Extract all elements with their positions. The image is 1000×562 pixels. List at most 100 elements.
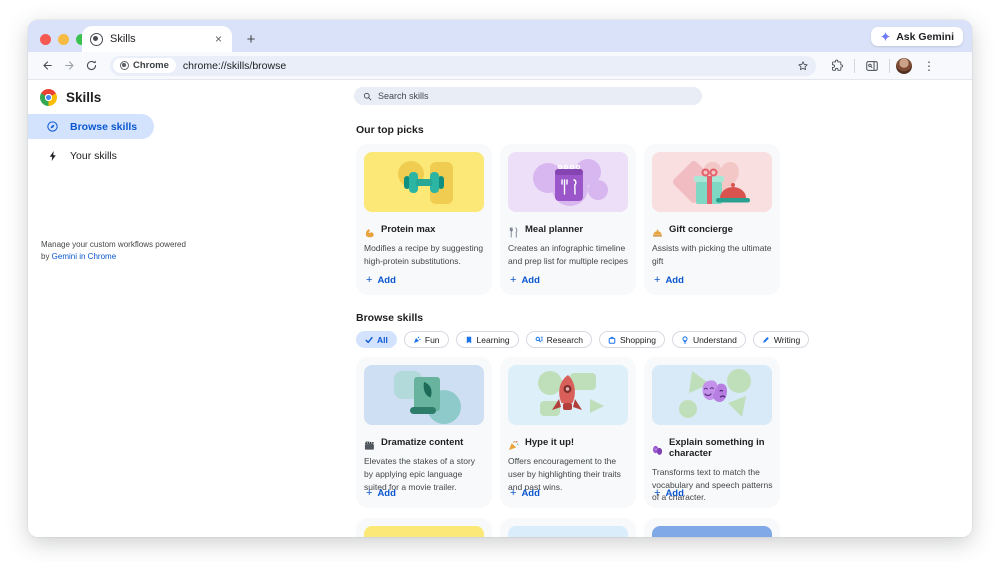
add-skill-button[interactable]: + Add [654,487,684,499]
chrome-logo-icon [40,89,57,106]
chip-shopping[interactable]: Shopping [599,331,665,348]
sidebar-item-browse-skills[interactable]: Browse skills [28,114,154,139]
theater-masks-icon [652,443,663,456]
chrome-badge: Chrome [113,58,176,73]
bellhop-bell-icon [652,225,663,237]
card-title: Protein max [381,224,436,236]
ask-gemini-button[interactable]: Ask Gemini [871,27,963,46]
clapperboard-icon [364,438,375,450]
plus-icon: + [654,274,661,286]
extensions-icon[interactable] [826,55,848,77]
card-description: Assists with picking the ultimate gift [652,243,772,266]
reload-icon[interactable] [80,55,102,77]
plus-icon: + [510,487,517,499]
card-description: Modifies a recipe by suggesting high-pro… [364,243,484,266]
add-skill-button[interactable]: + Add [366,487,396,499]
skill-card-gift-concierge[interactable]: Gift concierge Assists with picking the … [644,144,780,295]
sidebar-item-your-skills[interactable]: Your skills [28,143,154,168]
browse-cards-row: Dramatize content Elevates the stakes of… [356,357,780,508]
chip-label: Understand [692,334,737,345]
card-title-row: Dramatize content [364,437,484,450]
card-description: Creates an infographic timeline and prep… [508,243,629,266]
partial-illustration-lightblue [508,526,628,537]
skill-card-hype-it-up[interactable]: Hype it up! Offers encouragement to the … [500,357,636,508]
tab-strip: Skills × + Ask Gemini [28,20,972,52]
close-window-button[interactable] [40,34,51,45]
forward-icon[interactable] [58,55,80,77]
search-bar[interactable] [354,87,702,105]
card-title-row: Gift concierge [652,224,772,237]
skill-card-explain-in-character[interactable]: Explain something in character Transform… [644,357,780,508]
profile-avatar[interactable] [896,57,912,74]
chip-all[interactable]: All [356,331,397,348]
add-skill-button[interactable]: + Add [366,274,396,286]
back-icon[interactable] [36,55,58,77]
browse-skills-heading: Browse skills [356,312,424,324]
skill-card-dramatize-content[interactable]: Dramatize content Elevates the stakes of… [356,357,492,508]
chip-writing[interactable]: Writing [752,331,810,348]
chip-learning[interactable]: Learning [455,331,519,348]
close-tab-icon[interactable]: × [213,32,224,46]
card-title-row: Hype it up! [508,437,628,451]
page-title: Skills [66,90,102,105]
partial-illustration-yellow [364,526,484,537]
partial-cards-row [356,518,780,537]
add-skill-button[interactable]: + Add [654,274,684,286]
toolbar-actions: ⋮ [826,55,940,77]
chrome-badge-label: Chrome [133,60,169,71]
add-label: Add [665,487,684,499]
tab-title: Skills [110,33,136,45]
page-content: Skills Browse skills Your skills Manage … [28,81,972,537]
sidebar-item-label: Your skills [70,149,117,162]
skill-card-protein-max[interactable]: Protein max Modifies a recipe by suggest… [356,144,492,295]
compass-icon [46,120,59,133]
skill-card-partial[interactable] [500,518,636,537]
chip-research[interactable]: Research [525,331,593,348]
minimize-window-button[interactable] [58,34,69,45]
muscle-icon [364,225,375,238]
tab-skills[interactable]: Skills × [82,26,232,52]
card-title: Explain something in character [669,437,765,459]
skill-card-partial[interactable] [356,518,492,537]
browser-toolbar: Chrome chrome://skills/browse ⋮ [28,52,972,80]
add-skill-button[interactable]: + Add [510,487,540,499]
plus-icon: + [366,274,373,286]
side-panel-icon[interactable] [861,55,883,77]
chip-understand[interactable]: Understand [671,331,746,348]
add-label: Add [665,274,684,286]
chip-label: Learning [476,334,510,345]
add-label: Add [521,487,540,499]
card-title-row: Meal planner [508,224,628,238]
card-title-row: Protein max [364,224,484,238]
chip-label: Writing [773,334,801,345]
book-icon [465,336,473,344]
card-title: Meal planner [525,224,584,236]
bookmark-star-icon[interactable] [797,60,809,72]
ask-gemini-label: Ask Gemini [896,30,954,43]
url-text[interactable]: chrome://skills/browse [183,60,790,72]
chip-fun[interactable]: Fun [403,331,449,348]
card-title: Gift concierge [669,224,733,236]
gemini-in-chrome-link[interactable]: Gemini in Chrome [52,252,116,261]
new-tab-button[interactable]: + [240,28,262,50]
gift-concierge-illustration [652,152,772,212]
address-bar[interactable]: Chrome chrome://skills/browse [110,55,816,76]
chip-label: All [377,334,388,345]
party-icon [413,336,421,344]
card-title-row: Explain something in character [652,437,772,460]
chip-label: Fun [424,334,440,345]
app-header: Skills [40,89,101,106]
add-skill-button[interactable]: + Add [510,274,540,286]
lightning-bolt-icon [46,149,59,162]
add-label: Add [377,274,396,286]
skill-card-partial[interactable] [644,518,780,537]
partial-illustration-blue [652,526,772,537]
search-input[interactable] [378,91,693,101]
filter-chips: All Fun Learning Research Shopping Under… [356,331,810,348]
skill-card-meal-planner[interactable]: Meal planner Creates an infographic time… [500,144,636,295]
dramatize-content-illustration [364,365,484,425]
menu-icon[interactable]: ⋮ [918,55,940,77]
chrome-badge-icon [120,61,129,70]
chip-label: Research [546,334,584,345]
hype-it-up-illustration [508,365,628,425]
